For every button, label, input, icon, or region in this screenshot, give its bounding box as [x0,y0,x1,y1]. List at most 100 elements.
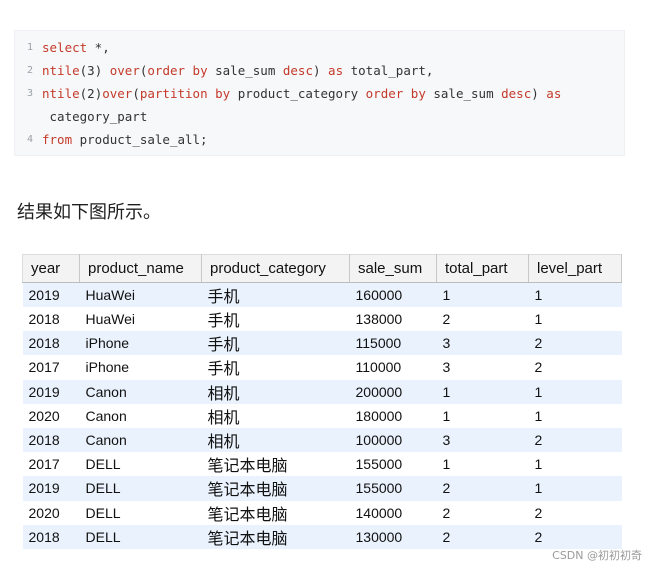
column-header: product_category [201,254,350,283]
table-cell: 1 [528,403,622,428]
sql-token: category_part [42,109,148,124]
table-cell: 手机 [201,307,350,332]
table-row: 2019 Canon 相机 200000 1 1 [22,379,622,404]
table-cell: 1 [528,307,622,332]
table-cell: 相机 [201,427,350,453]
table-cell: HuaWei [79,307,202,332]
sql-keyword: desc [282,63,313,78]
column-header: level_part [528,254,622,283]
table-cell: 笔记本电脑 [201,452,350,477]
table-cell: 180000 [349,403,437,428]
table-cell: 2020 [22,403,80,428]
sql-token: product_category [230,86,366,101]
table-cell: 1 [436,452,529,477]
table-cell: 2017 [22,452,80,477]
table-cell: Canon [79,427,202,453]
table-cell: 155000 [349,452,437,477]
sql-token: *, [87,40,110,55]
table-cell: 2 [528,524,622,549]
sql-token: ( [132,86,140,101]
table-cell: 110000 [349,355,437,380]
table-cell: 200000 [349,379,437,404]
table-cell: 2 [528,500,622,525]
sql-keyword: order by [365,86,426,101]
sql-keyword: ntile [42,86,80,101]
table-cell: 1 [436,282,529,307]
sql-token: total_part, [343,63,434,78]
table-cell: 1 [528,379,622,404]
table-row: 2018 HuaWei 手机 138000 2 1 [22,307,622,332]
sql-keyword: over [109,63,140,78]
table-cell: 155000 [349,476,437,501]
table-cell: 3 [436,331,529,356]
table-row: 2017 iPhone 手机 110000 3 2 [22,355,622,380]
table-cell: DELL [79,452,202,477]
line-number: 1 [26,42,33,53]
sql-token: ) [531,86,547,101]
table-cell: 2 [436,500,529,525]
table-cell: 1 [528,452,622,477]
table-cell: 2018 [22,307,80,332]
sql-keyword: from [42,132,73,147]
sql-keyword: partition by [139,86,231,101]
table-cell: DELL [79,524,202,549]
table-row: 2018 iPhone 手机 115000 3 2 [22,331,622,356]
table-row: 2020 Canon 相机 180000 1 1 [22,403,622,428]
table-row: 2019 DELL 笔记本电脑 155000 2 1 [22,476,622,501]
table-cell: 140000 [349,500,437,525]
table-cell: 160000 [349,282,437,307]
watermark: CSDN @初初初奇 [552,549,642,562]
table-cell: 115000 [349,331,437,356]
table-cell: 3 [436,355,529,380]
table-cell: 手机 [201,331,350,356]
table-row: 2019 HuaWei 手机 160000 1 1 [22,282,622,307]
line-number: 2 [26,65,33,76]
table-cell: 2017 [22,355,80,380]
sql-keyword: ntile [42,63,80,78]
table-cell: iPhone [79,355,202,380]
table-cell: 2019 [22,282,80,307]
table-cell: 2018 [22,524,80,549]
table-cell: DELL [79,476,202,501]
table-cell: Canon [79,379,202,404]
code-block: 1 select *, 2 ntile(3) over(order by sale_s… [14,30,625,156]
table-cell: 2020 [22,500,80,525]
sql-keyword: over [102,86,133,101]
line-number: 3 [26,88,33,99]
column-header: product_name [79,254,202,283]
table-cell: iPhone [79,331,202,356]
table-row: 2018 DELL 笔记本电脑 130000 2 2 [22,524,622,549]
code-text: category_part [42,107,148,127]
table-cell: 2 [436,476,529,501]
result-caption: 结果如下图所示。 [17,202,161,223]
code-text: ntile(2)over(partition by product_catego… [42,84,561,104]
sql-token: ) [312,63,329,78]
table-cell: 1 [528,476,622,501]
code-text: select *, [42,38,110,58]
table-cell: DELL [79,500,202,525]
result-table: year product_name product_category sale_sum… [22,254,622,549]
table-cell: 相机 [201,379,350,404]
table-cell: 2 [528,427,622,453]
column-header: total_part [436,254,529,283]
table-cell: 3 [436,427,529,453]
table-cell: Canon [79,403,202,428]
table-cell: 2019 [22,379,80,404]
sql-keyword: select [42,40,88,55]
table-cell: 1 [436,379,529,404]
table-row: 2020 DELL 笔记本电脑 140000 2 2 [22,500,622,525]
table-cell: 笔记本电脑 [201,476,350,501]
table-cell: 100000 [349,427,437,453]
table-cell: 138000 [349,307,437,332]
table-cell: 2 [528,355,622,380]
table-row: 2018 Canon 相机 100000 3 2 [22,427,622,453]
sql-keyword: as [546,86,562,101]
table-cell: 2019 [22,476,80,501]
code-text: ntile(3) over(order by sale_sum desc) as… [42,61,433,81]
table-cell: 1 [528,282,622,307]
table-cell: 笔记本电脑 [201,524,350,549]
sql-keyword: order by [147,63,208,78]
line-number: 4 [26,134,33,145]
sql-token: sale_sum [425,86,502,101]
column-header: year [22,254,80,283]
